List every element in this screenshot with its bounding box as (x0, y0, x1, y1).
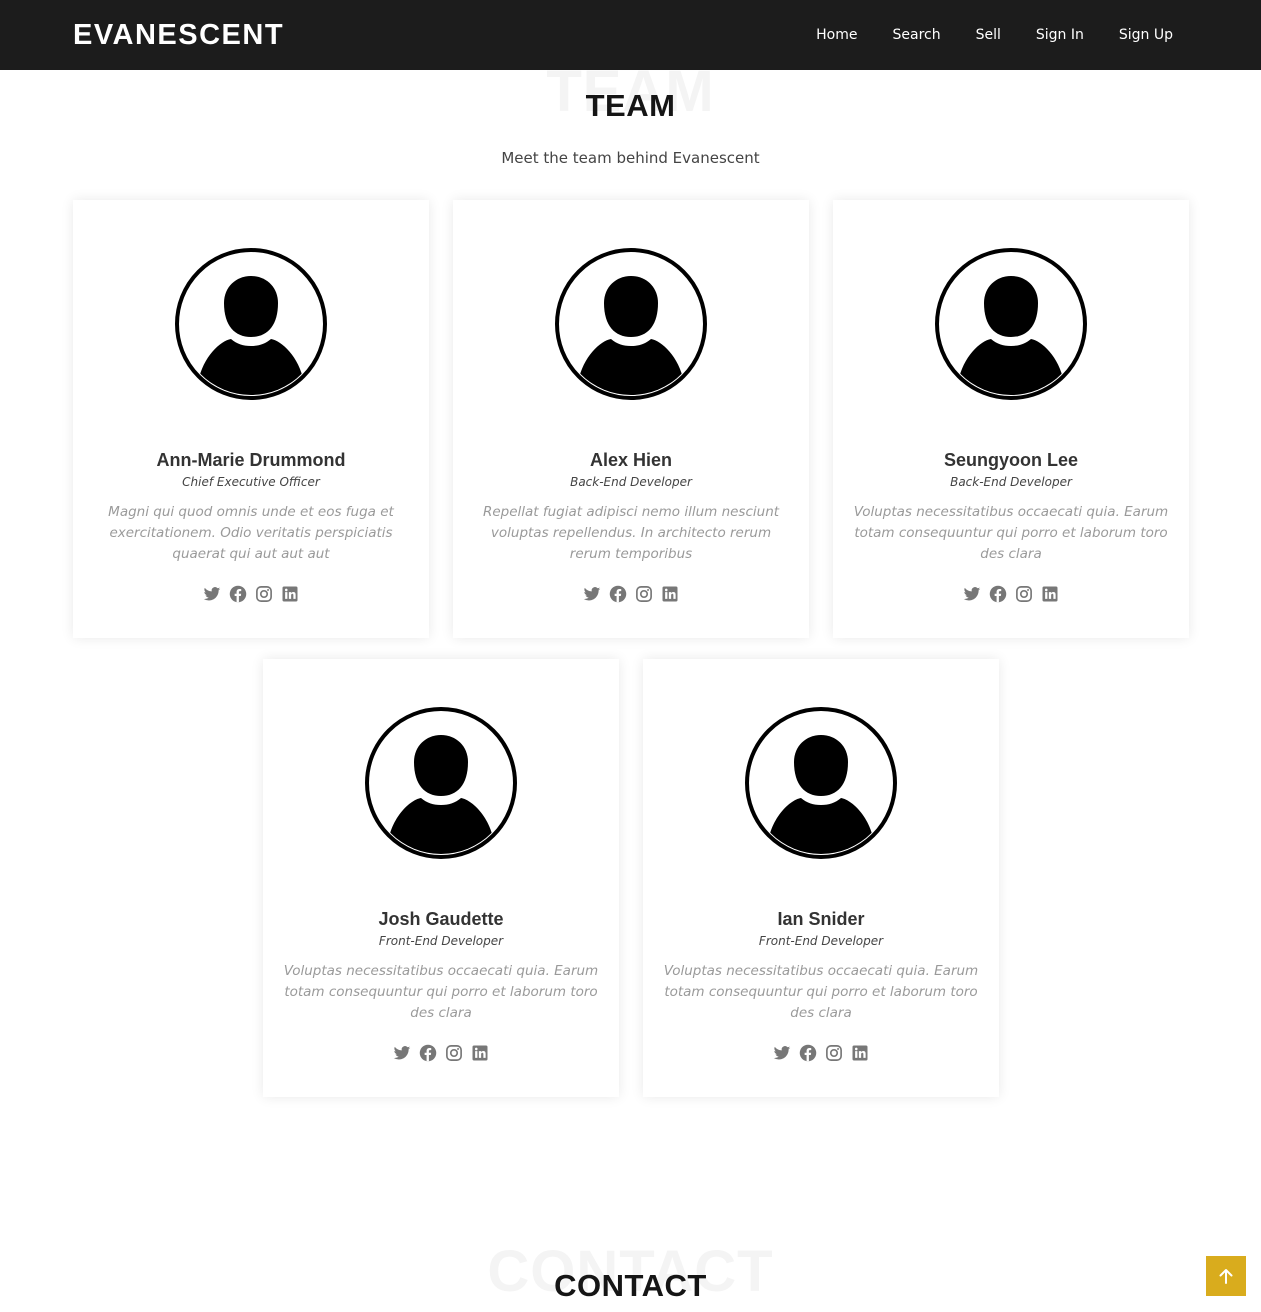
member-role: Chief Executive Officer (182, 475, 320, 489)
member-bio: Voluptas necessitatibus occaecati quia. … (663, 963, 979, 1021)
social-links (73, 585, 429, 603)
linkedin-icon[interactable] (281, 585, 299, 603)
linkedin-icon[interactable] (1041, 585, 1059, 603)
member-bio: Voluptas necessitatibus occaecati quia. … (283, 963, 599, 1021)
facebook-icon[interactable] (419, 1044, 437, 1062)
social-links (453, 585, 809, 603)
back-to-top-button[interactable] (1206, 1256, 1246, 1296)
member-name: Ann-Marie Drummond (156, 450, 346, 470)
site-logo[interactable]: EVANESCENT (73, 17, 284, 53)
member-role: Back-End Developer (950, 475, 1072, 489)
twitter-icon[interactable] (393, 1044, 411, 1062)
member-name: Alex Hien (589, 450, 673, 470)
team-section-subtitle: Meet the team behind Evanescent (501, 149, 760, 167)
instagram-icon[interactable] (1015, 585, 1033, 603)
linkedin-icon[interactable] (851, 1044, 869, 1062)
facebook-icon[interactable] (799, 1044, 817, 1062)
nav-sign-up-link[interactable]: Sign Up (1119, 24, 1173, 46)
team-section-title: TEAM (585, 88, 676, 123)
facebook-icon[interactable] (229, 585, 247, 603)
team-member-card: Alex Hien Back-End Developer Repellat fugi… (453, 200, 809, 638)
member-bio: Magni qui quod omnis unde et eos fuga et… (108, 504, 394, 562)
member-role: Back-End Developer (570, 475, 692, 489)
avatar-icon (175, 248, 327, 400)
team-member-card: Ann-Marie Drummond Chief Executive Office… (73, 200, 429, 638)
nav-home-link[interactable]: Home (816, 24, 857, 46)
member-name: Josh Gaudette (378, 909, 504, 929)
social-links (833, 585, 1189, 603)
linkedin-icon[interactable] (661, 585, 679, 603)
instagram-icon[interactable] (445, 1044, 463, 1062)
member-bio: Repellat fugiat adipisci nemo illum nesc… (482, 504, 780, 562)
twitter-icon[interactable] (203, 585, 221, 603)
twitter-icon[interactable] (963, 585, 981, 603)
member-role: Front-End Developer (378, 934, 504, 948)
avatar-icon (935, 248, 1087, 400)
instagram-icon[interactable] (825, 1044, 843, 1062)
arrow-up-icon (1219, 1269, 1233, 1284)
social-links (263, 1044, 619, 1062)
team-member-card: Josh Gaudette Front-End Developer Voluptas… (263, 659, 619, 1097)
nav-sign-in-link[interactable]: Sign In (1036, 24, 1084, 46)
facebook-icon[interactable] (609, 585, 627, 603)
member-name: Ian Snider (777, 909, 865, 929)
avatar-icon (365, 707, 517, 859)
main-nav: Home Search Sell Sign In Sign Up (781, 24, 1173, 46)
instagram-icon[interactable] (255, 585, 273, 603)
facebook-icon[interactable] (989, 585, 1007, 603)
contact-section-title: CONTACT (554, 1268, 707, 1303)
member-role: Front-End Developer (758, 934, 884, 948)
team-member-card: Seungyoon Lee Back-End Developer Voluptas … (833, 200, 1189, 638)
social-links (643, 1044, 999, 1062)
avatar-icon (555, 248, 707, 400)
nav-sell-link[interactable]: Sell (976, 24, 1001, 46)
member-name: Seungyoon Lee (943, 450, 1078, 470)
twitter-icon[interactable] (583, 585, 601, 603)
avatar-icon (745, 707, 897, 859)
instagram-icon[interactable] (635, 585, 653, 603)
team-member-card: Ian Snider Front-End Developer Voluptas ne… (643, 659, 999, 1097)
member-bio: Voluptas necessitatibus occaecati quia. … (853, 504, 1169, 562)
twitter-icon[interactable] (773, 1044, 791, 1062)
linkedin-icon[interactable] (471, 1044, 489, 1062)
nav-search-link[interactable]: Search (892, 24, 940, 46)
